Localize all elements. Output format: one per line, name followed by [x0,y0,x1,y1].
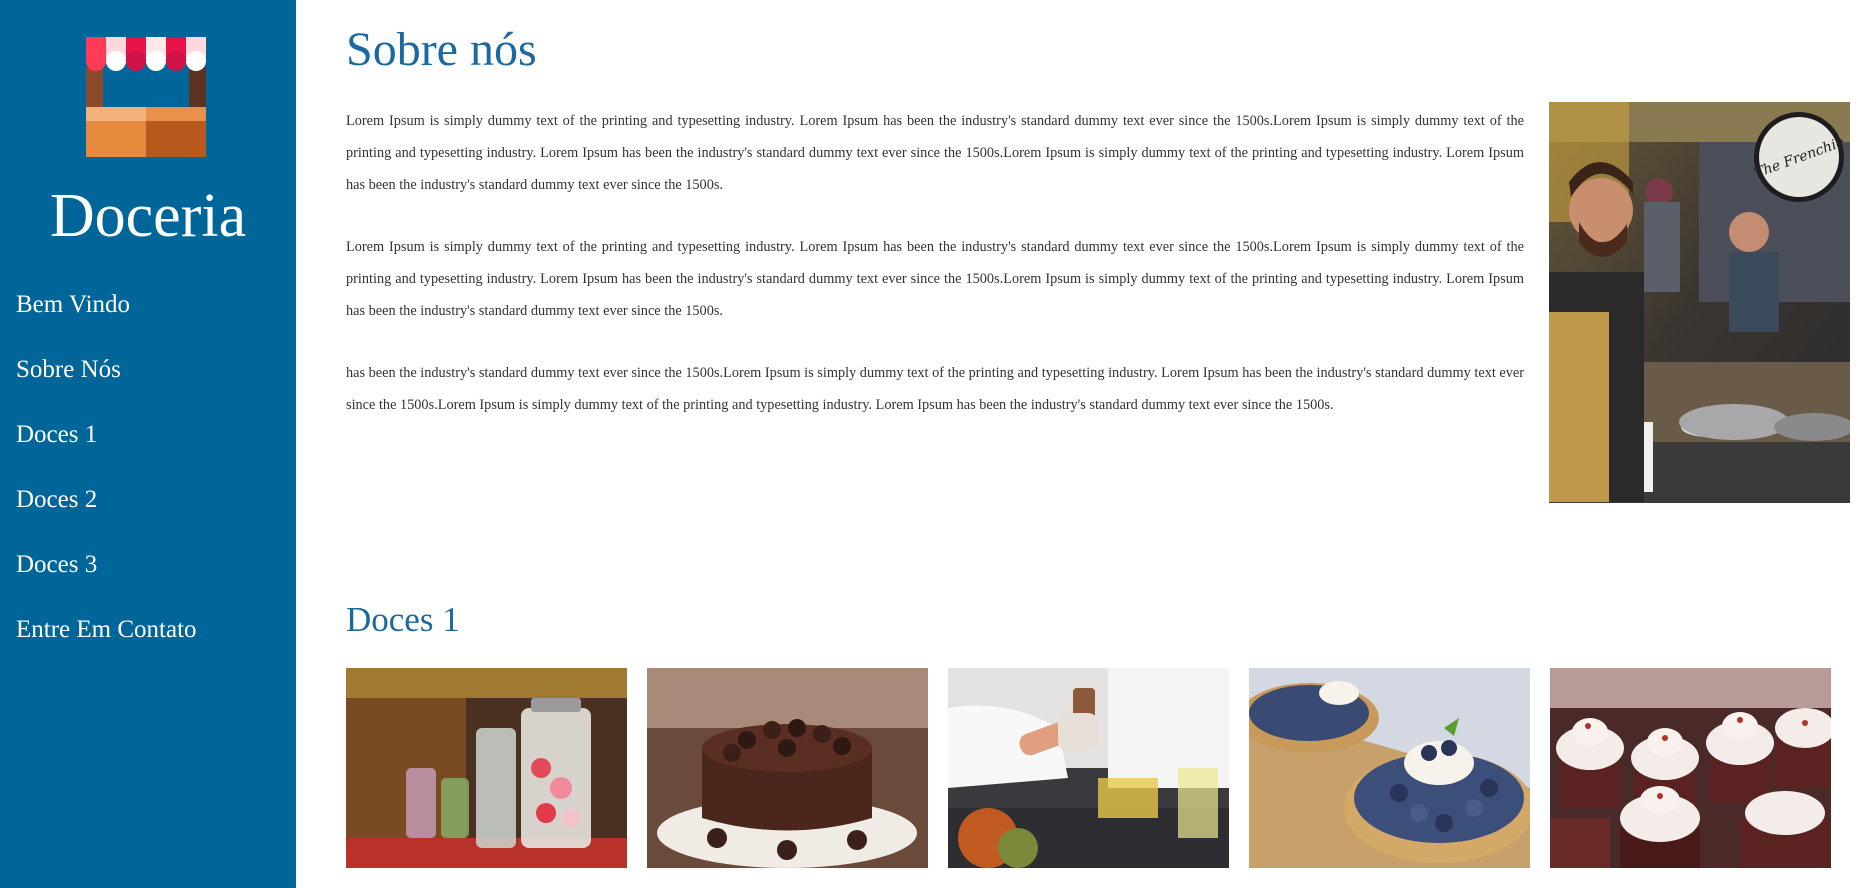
about-title: Sobre nós [346,23,537,76]
gallery-photo-chef-decorating[interactable] [948,668,1229,868]
sidebar-nav: Bem Vindo Sobre Nós Doces 1 Doces 2 Doce… [16,290,197,680]
gallery-photo-cupcakes[interactable] [1550,668,1831,868]
about-paragraph: Lorem Ipsum is simply dummy text of the … [346,113,1524,193]
about-photo: The Frenchie [1549,102,1850,503]
nav-item-doces-2[interactable]: Doces 2 [16,485,197,515]
nav-item-doces-1[interactable]: Doces 1 [16,420,197,450]
nav-item-contato[interactable]: Entre Em Contato [16,615,197,645]
gallery-photo-chocolate-cake[interactable] [647,668,928,868]
gallery-photo-candy-jars[interactable] [346,668,627,868]
doces1-gallery [346,668,1846,868]
nav-item-doces-3[interactable]: Doces 3 [16,550,197,580]
nav-item-sobre-nos[interactable]: Sobre Nós [16,355,197,385]
about-text: Lorem Ipsum is simply dummy text of the … [346,105,1524,451]
sidebar: Doceria Bem Vindo Sobre Nós Doces 1 Doce… [0,0,296,888]
market-stall-icon [86,37,206,157]
doces1-title: Doces 1 [346,600,460,639]
gallery-photo-blueberry-tarts[interactable] [1249,668,1530,868]
nav-item-bem-vindo[interactable]: Bem Vindo [16,290,197,320]
brand-title: Doceria [49,182,247,250]
about-paragraph: Lorem Ipsum is simply dummy text of the … [346,239,1524,319]
about-paragraph: has been the industry's standard dummy t… [346,365,1524,413]
